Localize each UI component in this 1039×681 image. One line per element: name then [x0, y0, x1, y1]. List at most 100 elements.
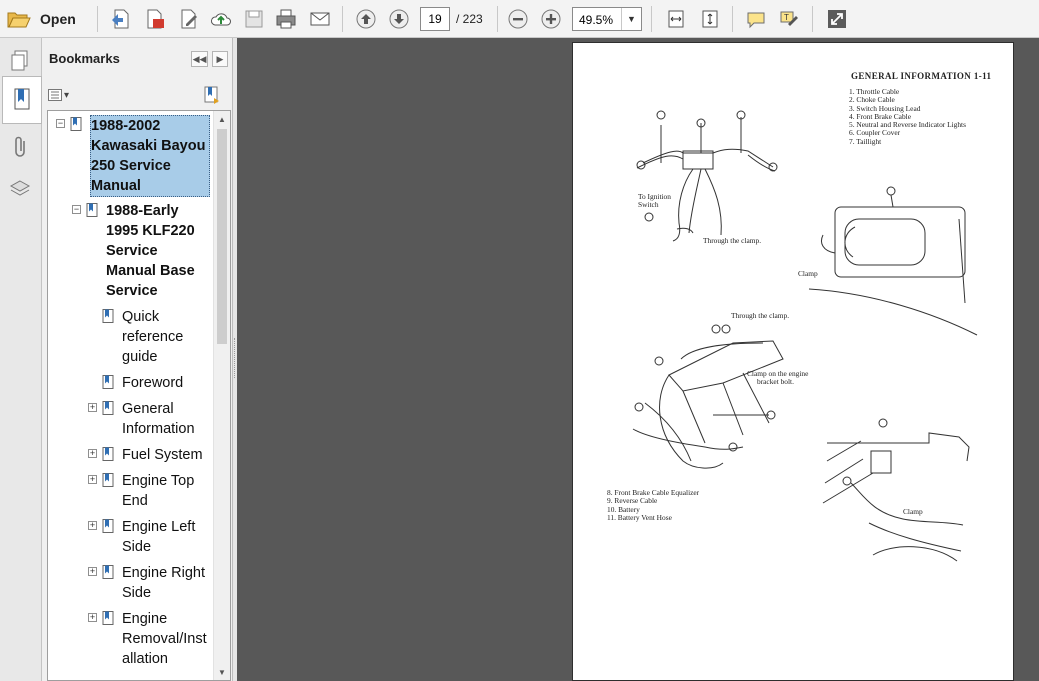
- bookmark-item[interactable]: Engine Top End: [122, 471, 212, 511]
- bookmark-label-line: 1988-2002: [91, 118, 161, 134]
- save-button[interactable]: [241, 6, 267, 32]
- attachments-button[interactable]: [5, 132, 35, 162]
- arrow-down-icon: [389, 9, 409, 29]
- bookmark-label-line: Service: [106, 283, 158, 299]
- print-button[interactable]: [273, 6, 299, 32]
- pdf-page: GENERAL INFORMATION 1-11 1. Throttle Cab…: [572, 42, 1014, 681]
- scrollbar[interactable]: ▲ ▼: [213, 111, 230, 680]
- layers-icon: [9, 180, 31, 196]
- document-area[interactable]: GENERAL INFORMATION 1-11 1. Throttle Cab…: [237, 38, 1039, 681]
- bookmark-label-line: reference: [122, 329, 184, 345]
- through-clamp-label-1: Through the clamp.: [703, 236, 762, 245]
- toolbar-separator: [812, 6, 813, 32]
- create-pdf-icon: [112, 9, 129, 29]
- bookmark-label-line: Side: [122, 539, 152, 555]
- bookmark-tree[interactable]: − 1988-2002 Kawasaki Bayou 250 Service Manua…: [47, 110, 231, 681]
- collapse-toggle-icon[interactable]: −: [72, 205, 81, 214]
- bookmark-icon: [70, 117, 82, 131]
- envelope-icon: [310, 12, 330, 26]
- bookmark-label-line: Foreword: [122, 375, 184, 391]
- clamp-engine-label-2: bracket bolt.: [757, 377, 794, 386]
- zoom-select[interactable]: 49.5% ▼: [572, 7, 642, 31]
- next-page-button[interactable]: [386, 6, 412, 32]
- bookmark-item[interactable]: Engine Left Side: [122, 517, 212, 557]
- bookmark-item[interactable]: 1988-2002 Kawasaki Bayou 250 Service Manual: [90, 115, 210, 197]
- edit-pdf-button[interactable]: [176, 6, 202, 32]
- bookmark-label-line: End: [122, 493, 148, 509]
- list-options-icon: [48, 89, 62, 101]
- expand-icon: [828, 10, 846, 28]
- zoom-in-button[interactable]: [538, 6, 564, 32]
- panel-title: Bookmarks: [49, 51, 120, 66]
- fullscreen-button[interactable]: [824, 6, 850, 32]
- upload-button[interactable]: [208, 6, 234, 32]
- bookmark-label-line: 250 Service: [91, 158, 171, 174]
- expand-toggle-icon[interactable]: +: [88, 449, 97, 458]
- expand-toggle-icon[interactable]: +: [88, 567, 97, 576]
- bookmark-label-line: Side: [122, 585, 152, 601]
- chevron-down-icon[interactable]: ▼: [621, 8, 641, 30]
- bookmark-item[interactable]: General Information: [122, 399, 212, 439]
- minus-circle-icon: [508, 9, 528, 29]
- toolbar-separator: [97, 6, 98, 32]
- bookmark-label-line: General: [122, 401, 174, 417]
- collapse-toggle-icon[interactable]: −: [56, 119, 65, 128]
- bookmark-item[interactable]: Quick reference guide: [122, 307, 212, 367]
- cloud-upload-icon: [211, 13, 231, 26]
- expand-toggle-icon[interactable]: +: [88, 613, 97, 622]
- comment-button[interactable]: [743, 6, 769, 32]
- bookmark-item[interactable]: Foreword: [122, 373, 212, 393]
- expand-toggle-icon[interactable]: +: [88, 521, 97, 530]
- save-icon: [245, 10, 263, 28]
- bookmark-item[interactable]: Engine Right Side: [122, 563, 212, 603]
- navigation-rail: [0, 38, 42, 681]
- chevron-down-icon: ▾: [64, 89, 70, 101]
- page-thumbnails-button[interactable]: [5, 46, 35, 76]
- page-number-input[interactable]: 19: [420, 7, 450, 31]
- highlight-button[interactable]: T: [776, 6, 802, 32]
- bookmark-item[interactable]: Fuel System: [122, 445, 212, 465]
- wiring-diagram: [632, 110, 978, 562]
- export-pdf-button[interactable]: [142, 6, 168, 32]
- edit-pdf-icon: [181, 9, 197, 29]
- bookmark-find-icon: [204, 86, 219, 104]
- previous-page-button[interactable]: [353, 6, 379, 32]
- toolbar-separator: [497, 6, 498, 32]
- open-button[interactable]: Open: [6, 6, 76, 32]
- panel-next-button[interactable]: ▶: [212, 51, 228, 67]
- bookmark-item[interactable]: 1988-Early 1995 KLF220 Service Manual Base S…: [106, 201, 206, 301]
- layers-button[interactable]: [5, 174, 35, 204]
- fit-width-button[interactable]: [663, 6, 689, 32]
- bookmark-label-line: Quick: [122, 309, 160, 325]
- pages-icon: [11, 50, 28, 71]
- bookmark-icon: [102, 447, 114, 461]
- expand-toggle-icon[interactable]: +: [88, 475, 97, 484]
- collapse-panel-button[interactable]: ◀◀: [191, 51, 208, 67]
- clamp-label-1: Clamp: [798, 269, 818, 278]
- scroll-up-arrow-icon[interactable]: ▲: [214, 111, 230, 127]
- bookmark-icon: [14, 88, 30, 110]
- bookmark-icon: [102, 309, 114, 323]
- paperclip-icon: [15, 136, 25, 157]
- fit-page-icon: [702, 10, 718, 28]
- create-pdf-button[interactable]: [108, 6, 134, 32]
- highlighter-icon: T: [780, 11, 798, 26]
- plus-circle-icon: [541, 9, 561, 29]
- find-bookmark-button[interactable]: [202, 85, 222, 105]
- bookmark-label-line: Engine Right: [122, 565, 206, 581]
- fit-page-button[interactable]: [697, 6, 723, 32]
- scroll-thumb[interactable]: [217, 129, 227, 344]
- expand-toggle-icon[interactable]: +: [88, 403, 97, 412]
- svg-text:T: T: [784, 13, 789, 22]
- scroll-down-arrow-icon[interactable]: ▼: [214, 664, 230, 680]
- options-menu-button[interactable]: ▾: [48, 87, 74, 103]
- bookmark-label-line: Engine Top: [122, 473, 195, 489]
- open-label: Open: [40, 11, 76, 27]
- toolbar: Open 19 / 223 49.5% ▼ T: [0, 0, 1039, 38]
- email-button[interactable]: [307, 6, 333, 32]
- bookmark-label-line: 1995 KLF220: [106, 223, 195, 239]
- zoom-out-button[interactable]: [505, 6, 531, 32]
- bookmark-label-line: Fuel System: [122, 447, 203, 463]
- bookmarks-button[interactable]: [2, 76, 42, 124]
- bookmark-item[interactable]: Engine Removal/Inst allation: [122, 609, 212, 669]
